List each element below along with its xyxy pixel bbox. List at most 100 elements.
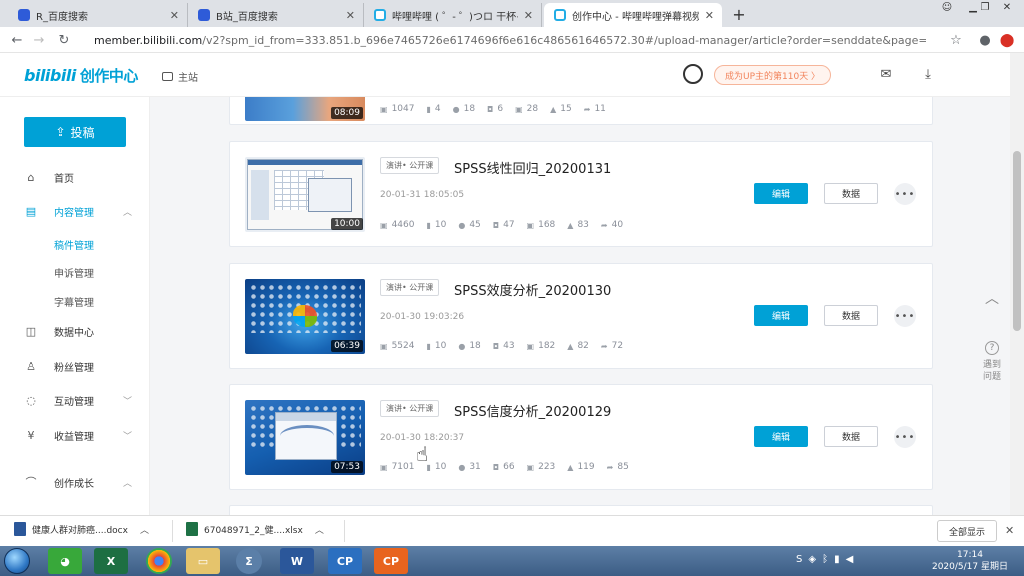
volume-icon[interactable]: ◀ [846,554,854,565]
chevron-up-icon[interactable]: ︿ [315,523,324,536]
sidebar-item-data[interactable]: ◫ 数据中心 [0,319,150,343]
download-item-docx[interactable]: 健康人群对肺癌....docx ︿ [14,522,149,536]
data-button[interactable]: 数据 [824,426,878,447]
close-download-bar-icon[interactable]: ✕ [1005,524,1014,537]
sogou-icon[interactable]: S [796,554,802,565]
page-scrollbar[interactable] [1010,53,1024,515]
more-options-button[interactable]: ••• [894,183,916,205]
edit-button[interactable]: 编辑 [754,183,808,204]
excel-icon[interactable]: X [94,548,128,574]
stat-value: 10 [434,341,447,351]
comments-stat: ● 18 [453,104,475,114]
url-field[interactable]: member.bilibili.com/v2?spm_id_from=333.8… [86,31,926,49]
back-to-top-icon[interactable]: ︿ [985,288,999,308]
stat-value: 5524 [391,341,415,351]
account-icon[interactable]: ● [976,31,994,49]
tab-title: 创作中心 - 哔哩哔哩弹幕视频网 [572,11,699,23]
video-thumbnail[interactable]: 08:09 [245,97,365,121]
bilibili-icon [554,9,566,21]
upload-button[interactable]: ⇪ 投稿 [24,117,126,147]
browser-tab-1[interactable]: R_百度搜索 ✕ [8,3,188,27]
video-card: 08:09 ▣ 1047 ▮ 4 ● 18 ◘ 6 ▣ 28 ▲ 15 ➦ 11 [229,97,933,125]
sidebar-item-home[interactable]: ⌂ 首页 [0,165,150,189]
stat-value: 10 [434,462,447,472]
sidebar-item-content[interactable]: ▤ 内容管理 ︿ [0,199,150,223]
wechat-icon[interactable]: ◕ [48,548,82,574]
stat-value: 72 [611,341,624,351]
data-button[interactable]: 数据 [824,183,878,204]
sidebar-subitem-subtitles[interactable]: 字幕管理 [54,294,94,309]
edit-button[interactable]: 编辑 [754,426,808,447]
more-options-button[interactable]: ••• [894,305,916,327]
video-title[interactable]: SPSS线性回归_20200131 [454,158,611,177]
close-tab-icon[interactable]: ✕ [705,9,714,22]
close-tab-icon[interactable]: ✕ [170,9,179,22]
bilibili-logo[interactable]: bilibili 创作中心 [24,65,138,86]
chevron-up-icon[interactable]: ︿ [140,523,149,536]
profile-icon[interactable]: ☺ [934,0,960,14]
feedback-button[interactable]: ? 遇到 问题 [976,341,1008,383]
avatar[interactable] [683,64,703,84]
browser-tab-2[interactable]: B站_百度搜索 ✕ [188,3,364,27]
word-file-icon [14,522,26,536]
close-tab-icon[interactable]: ✕ [346,9,355,22]
sidebar-item-fans[interactable]: ♙ 粉丝管理 [0,354,150,378]
close-tab-icon[interactable]: ✕ [524,9,533,22]
scrollbar-thumb[interactable] [1013,151,1021,331]
start-button[interactable] [4,548,30,574]
stat-value: 18 [463,104,476,114]
data-button[interactable]: 数据 [824,305,878,326]
sidebar-item-label: 粉丝管理 [54,362,94,374]
forward-icon[interactable]: → [30,31,48,49]
chrome-icon[interactable] [146,548,172,574]
baidu-icon [18,9,30,21]
video-thumbnail[interactable]: 06:39 [245,279,365,354]
download-item-xlsx[interactable]: 67048971_2_健....xlsx ︿ [186,522,324,536]
browser-tab-4-active[interactable]: 创作中心 - 哔哩哔哩弹幕视频网 ✕ [544,3,722,27]
favorites-stat: ▣ 223 [527,462,556,472]
sidebar-item-growth[interactable]: ⌒ 创作成长 ︿ [0,470,150,494]
share-icon: ➦ [600,341,608,351]
shield-icon[interactable]: ◈ [808,554,816,565]
edit-button[interactable]: 编辑 [754,305,808,326]
more-options-button[interactable]: ••• [894,426,916,448]
video-title[interactable]: SPSS效度分析_20200130 [454,280,611,299]
reload-icon[interactable]: ↻ [55,31,73,49]
video-thumbnail[interactable]: 07:53 [245,400,365,475]
system-tray: S ◈ ᛒ ▮ ◀ [796,554,853,565]
show-all-downloads-button[interactable]: 全部显示 [937,520,997,542]
comments-stat: ● 18 [458,341,480,351]
sidebar-item-income[interactable]: ¥ 收益管理 ﹀ [0,423,150,447]
download-icon[interactable]: ⤓ [920,67,936,82]
sidebar-subitem-manuscripts[interactable]: 稿件管理 [54,237,94,252]
new-tab-button[interactable]: + [728,4,750,24]
browser-tab-3[interactable]: 哔哩哔哩 ( ゜- ゜)つロ 干杯~-bilibili ✕ [364,3,542,27]
bookmark-star-icon[interactable]: ☆ [947,31,965,49]
views-stat: ▣ 5524 [380,341,414,351]
tab-title: R_百度搜索 [36,11,88,23]
close-window-icon[interactable]: ✕ [994,0,1020,14]
sidebar-subitem-appeals[interactable]: 申诉管理 [54,265,94,280]
likes-stat: ▲ 82 [567,341,589,351]
windows-taskbar: ◕ X ▭ Σ W CP CP S ◈ ᛒ ▮ ◀ 17:14 2020/5/1… [0,546,1024,576]
message-icon[interactable]: ✉ [878,67,894,82]
word-icon[interactable]: W [280,548,314,574]
video-title[interactable]: SPSS信度分析_20200129 [454,401,611,420]
extension-icon[interactable]: ⬤ [998,31,1016,49]
sidebar-item-interaction[interactable]: ◌ 互动管理 ﹀ [0,388,150,412]
back-icon[interactable]: ← [8,31,26,49]
camtasia-icon[interactable]: CP [328,548,362,574]
chevron-down-icon: ﹀ [122,396,132,407]
file-explorer-icon[interactable]: ▭ [186,548,220,574]
home-link[interactable]: 主站 [162,69,198,84]
baidu-icon [198,9,210,21]
bluetooth-icon[interactable]: ᛒ [822,554,828,565]
network-icon[interactable]: ▮ [834,554,840,565]
calculator-icon[interactable]: Σ [236,548,262,574]
taskbar-clock[interactable]: 17:14 2020/5/17 星期日 [930,549,1010,573]
coins-stat: ◘ 43 [493,341,515,351]
video-thumbnail[interactable]: 10:00 [245,157,365,232]
camtasia-recorder-icon[interactable]: CP [374,548,408,574]
like-icon: ▲ [567,462,574,472]
up-days-badge[interactable]: 成为UP主的第110天 〉 [714,65,832,85]
